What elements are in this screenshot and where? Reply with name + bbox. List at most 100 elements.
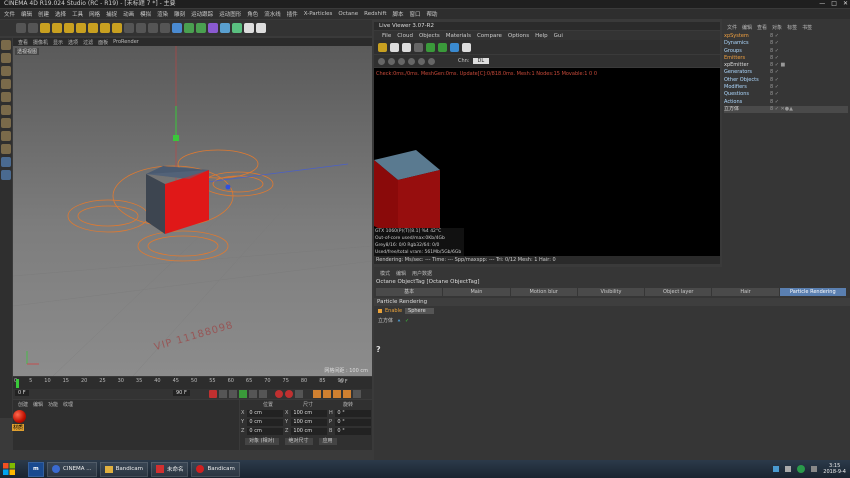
render-view-icon[interactable]	[136, 23, 146, 33]
stop-icon[interactable]	[414, 42, 423, 52]
menu-item[interactable]: 窗口	[410, 10, 421, 18]
check-icon[interactable]: ✓	[405, 318, 409, 324]
menu-item[interactable]: 工具	[72, 10, 83, 18]
object-menu-item[interactable]: 编辑	[742, 24, 752, 31]
object-row[interactable]: Generators 8 ✓	[724, 69, 848, 76]
keyboard-icon[interactable]	[811, 466, 818, 472]
menu-item[interactable]: 选择	[55, 10, 66, 18]
texture-mode-icon[interactable]	[1, 66, 11, 76]
live-viewer-menu-item[interactable]: Gui	[554, 33, 563, 39]
attribute-tab[interactable]: Particle Rendering	[779, 288, 846, 296]
viewport-menu-item[interactable]: 选项	[68, 39, 78, 46]
record-key-icon[interactable]	[275, 390, 283, 398]
live-viewer-menu-item[interactable]: Cloud	[397, 33, 413, 39]
nurbs-icon[interactable]	[196, 23, 206, 33]
menu-item[interactable]: 编辑	[21, 10, 32, 18]
timeline-menu-icon[interactable]	[353, 390, 361, 398]
object-flags[interactable]: 8 ✓	[770, 77, 786, 84]
menu-item[interactable]: 流水线	[264, 10, 281, 18]
y-handle[interactable]	[173, 135, 179, 141]
lock-resolution-icon[interactable]	[462, 42, 471, 52]
scale-key-icon[interactable]	[323, 390, 331, 398]
redo-icon[interactable]	[28, 23, 38, 33]
position-field[interactable]: 0 cm	[247, 418, 283, 426]
taskbar-bandicam-folder[interactable]: Bandicam	[99, 461, 148, 477]
viewport-menu-item[interactable]: 摄像机	[33, 39, 48, 46]
end-frame-field[interactable]: 90 F	[173, 390, 190, 396]
start-button[interactable]	[0, 460, 18, 478]
play-icon[interactable]	[239, 390, 247, 398]
snap-icon[interactable]	[1, 157, 11, 167]
clock[interactable]: 3:15 2018-9-4	[823, 463, 846, 475]
live-viewer-menu-item[interactable]: Objects	[419, 33, 440, 39]
taskbar-cinema[interactable]: CINEMA ...	[47, 461, 97, 477]
menu-item[interactable]: 模拟	[140, 10, 151, 18]
object-menu-item[interactable]: 标签	[787, 24, 797, 31]
attribute-menu-item[interactable]: 用户数据	[412, 270, 432, 277]
menu-item[interactable]: Redshift	[364, 11, 386, 17]
object-row[interactable]: Other Objects 8 ✓	[724, 77, 848, 84]
camera-icon[interactable]	[244, 23, 254, 33]
points-mode-icon[interactable]	[1, 92, 11, 102]
object-menu-item[interactable]: 书签	[802, 24, 812, 31]
pick-object-icon[interactable]	[398, 57, 405, 65]
channel-select[interactable]: DL	[472, 58, 490, 64]
deformer-icon[interactable]	[220, 23, 230, 33]
size-mode-select[interactable]: 绝对尺寸	[284, 438, 313, 445]
wechat-icon[interactable]	[797, 465, 806, 473]
menu-item[interactable]: X-Particles	[304, 11, 333, 17]
object-flags[interactable]: 8 ✓	[770, 40, 786, 47]
attribute-menu-item[interactable]: 模式	[380, 270, 390, 277]
minimize-button[interactable]: —	[819, 0, 825, 8]
prev-frame-icon[interactable]	[229, 390, 237, 398]
send-scene-icon[interactable]	[378, 42, 387, 52]
edges-mode-icon[interactable]	[1, 105, 11, 115]
object-row[interactable]: Actions 8 ✓	[724, 99, 848, 106]
object-row[interactable]: Groups 8 ✓	[724, 48, 848, 55]
live-viewer-menu-item[interactable]: Help	[535, 33, 548, 39]
taskbar-bandicam[interactable]: Bandicam	[191, 461, 240, 477]
region-icon[interactable]	[438, 42, 447, 52]
menu-item[interactable]: 帮助	[427, 10, 438, 18]
menu-item[interactable]: 运动图形	[219, 10, 241, 18]
object-row[interactable]: Dynamics 8 ✓	[724, 40, 848, 47]
pause-icon[interactable]	[402, 42, 411, 52]
menu-item[interactable]: Octane	[338, 11, 358, 17]
taskbar-untitled[interactable]: 未命名	[150, 461, 189, 477]
rotation-key-icon[interactable]	[333, 390, 341, 398]
attribute-tab[interactable]: Object layer	[645, 288, 712, 296]
object-row[interactable]: xpEmitter 8 ✓ ■	[724, 62, 848, 69]
cube-icon[interactable]	[172, 23, 182, 33]
menu-item[interactable]: 脚本	[393, 10, 404, 18]
scale-icon[interactable]	[64, 23, 74, 33]
live-viewer-menu-item[interactable]: File	[382, 33, 391, 39]
auto-key-icon[interactable]	[285, 390, 293, 398]
help-icon[interactable]: ?	[376, 345, 381, 354]
rotate-icon[interactable]	[76, 23, 86, 33]
next-frame-icon[interactable]	[249, 390, 257, 398]
menu-item[interactable]: 雕刻	[174, 10, 185, 18]
select-icon[interactable]	[40, 23, 50, 33]
coord-system-icon[interactable]	[124, 23, 134, 33]
start-frame-field[interactable]: 0 F	[15, 390, 29, 396]
object-row[interactable]: Modifiers 8 ✓	[724, 84, 848, 91]
object-menu-item[interactable]: 查看	[757, 24, 767, 31]
pick-focus-icon[interactable]	[378, 57, 385, 65]
volume-icon[interactable]	[785, 466, 792, 472]
model-mode-icon[interactable]	[1, 53, 11, 63]
spline-icon[interactable]	[184, 23, 194, 33]
menu-item[interactable]: 动画	[123, 10, 134, 18]
object-flags[interactable]: 8 ✓	[770, 69, 786, 76]
keyframe-selection-icon[interactable]	[295, 390, 303, 398]
quantize-icon[interactable]	[1, 170, 11, 180]
viewport-menu-item[interactable]: 查看	[18, 39, 28, 46]
rotation-field[interactable]: 0 °	[335, 427, 371, 435]
size-field[interactable]: 100 cm	[291, 418, 327, 426]
menu-item[interactable]: 运动跟踪	[191, 10, 213, 18]
object-menu-item[interactable]: 文件	[727, 24, 737, 31]
material-menu-item[interactable]: 创建	[18, 401, 28, 408]
make-editable-icon[interactable]	[1, 40, 11, 50]
attribute-tab[interactable]: Visibility	[577, 288, 645, 296]
network-icon[interactable]	[773, 466, 780, 472]
object-flags[interactable]: 8 ✓ ✕●▲	[770, 106, 793, 113]
